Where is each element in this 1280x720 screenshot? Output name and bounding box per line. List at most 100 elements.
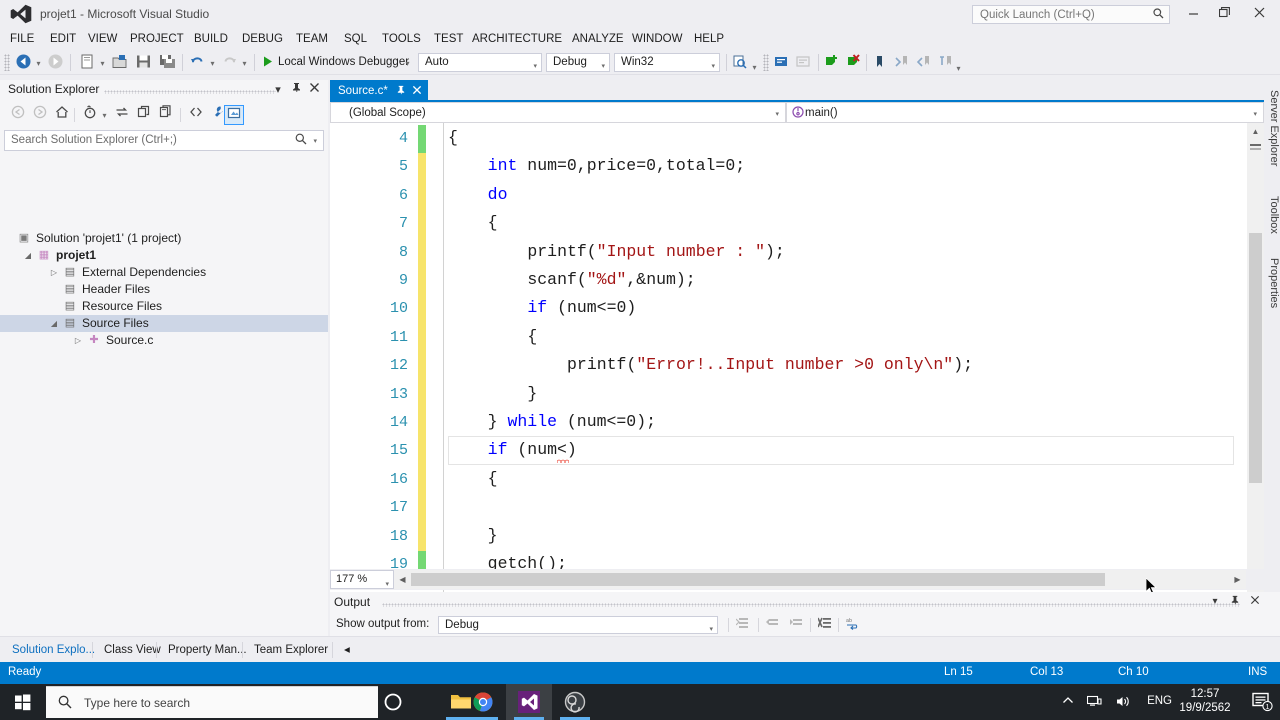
code-line-13[interactable]: } xyxy=(448,384,537,403)
document-tab-source-c[interactable]: Source.c* xyxy=(330,80,428,102)
toolbar-grip[interactable] xyxy=(4,54,10,71)
add-breakpoint-icon[interactable] xyxy=(822,53,841,72)
tree-expander-icon[interactable]: ▷ xyxy=(72,332,84,349)
scrollbar-thumb[interactable] xyxy=(1249,233,1262,483)
volume-icon[interactable] xyxy=(1116,695,1130,711)
comment-selection-icon[interactable] xyxy=(772,53,791,72)
tree-item-projet1[interactable]: ◢ ▦ projet1 xyxy=(0,247,328,264)
scroll-right-icon[interactable]: ▶ xyxy=(1229,570,1246,589)
close-icon[interactable] xyxy=(306,82,322,98)
taskbar-search-box[interactable]: Type here to search xyxy=(46,686,378,718)
close-button[interactable] xyxy=(1244,4,1274,24)
save-all-icon[interactable] xyxy=(158,53,177,72)
code-line-18[interactable]: } xyxy=(448,526,498,545)
open-file-icon[interactable] xyxy=(110,53,129,72)
clear-all-icon[interactable] xyxy=(814,616,836,634)
clear-bookmarks-icon[interactable] xyxy=(936,53,955,72)
windows-start-icon[interactable] xyxy=(0,684,46,720)
code-line-5[interactable]: int num=0,price=0,total=0; xyxy=(448,156,745,175)
obs-studio-icon[interactable] xyxy=(552,684,598,720)
code-line-10[interactable]: if (num<=0) xyxy=(448,298,636,317)
pin-icon[interactable] xyxy=(396,85,406,98)
taskbar-date[interactable]: 19/9/2562 xyxy=(1174,702,1236,714)
collapse-all-icon[interactable] xyxy=(156,105,176,125)
tree-expander-icon[interactable]: ▷ xyxy=(48,264,60,281)
scroll-up-icon[interactable]: ▲ xyxy=(1247,123,1264,140)
back-arrow-icon[interactable] xyxy=(8,105,28,125)
horizontal-scrollbar-thumb[interactable] xyxy=(411,573,1105,586)
tree-item-resource-files[interactable]: ▤ Resource Files xyxy=(0,298,328,315)
find-message-icon[interactable] xyxy=(732,616,754,634)
pin-icon[interactable] xyxy=(1228,595,1242,609)
cortana-circle-icon[interactable] xyxy=(370,684,416,720)
tree-item-header-files[interactable]: ▤ Header Files xyxy=(0,281,328,298)
code-line-12[interactable]: printf("Error!..Input number >0 only\n")… xyxy=(448,355,973,374)
language-indicator[interactable]: ENG xyxy=(1147,695,1172,707)
pending-changes-dropdown-icon[interactable]: ▾ xyxy=(100,111,109,120)
undo-icon[interactable] xyxy=(188,53,207,72)
redo-dropdown-icon[interactable]: ▾ xyxy=(240,59,249,68)
tree-item-source-c[interactable]: ▷ ✚ Source.c xyxy=(0,332,328,349)
find-options-dropdown-icon[interactable]: ▾ xyxy=(750,63,759,72)
code-line-4[interactable]: { xyxy=(448,128,458,147)
vertical-tab-toolbox[interactable]: Toolbox xyxy=(1264,190,1280,240)
toolbar-overflow-icon[interactable]: ▾ xyxy=(954,64,963,73)
code-line-6[interactable]: do xyxy=(448,185,508,204)
output-drag-dots[interactable] xyxy=(382,603,1240,607)
delete-breakpoint-icon[interactable] xyxy=(844,53,863,72)
code-line-7[interactable]: { xyxy=(448,213,498,232)
member-combo[interactable]: main() ▾ xyxy=(786,102,1264,123)
menu-item-build[interactable]: BUILD xyxy=(194,28,228,50)
google-chrome-icon[interactable] xyxy=(460,684,506,720)
bottom-tab-solution-explo[interactable]: Solution Explo... xyxy=(4,639,103,661)
navigate-back-icon[interactable] xyxy=(14,53,33,72)
menu-item-window[interactable]: WINDOW xyxy=(632,28,682,50)
bookmark-icon[interactable] xyxy=(870,53,889,72)
tree-item-external-dependencies[interactable]: ▷ ▤ External Dependencies xyxy=(0,264,328,281)
scope-combo[interactable]: (Global Scope) ▾ xyxy=(330,102,786,123)
go-to-next-message-icon[interactable] xyxy=(786,616,808,634)
minimize-button[interactable] xyxy=(1178,4,1208,24)
menu-item-file[interactable]: FILE xyxy=(10,28,34,50)
show-all-files-icon[interactable] xyxy=(186,105,206,125)
chevron-down-icon[interactable]: ▾ xyxy=(270,82,286,98)
platform-target-combo[interactable]: Auto ▾ xyxy=(418,53,542,72)
menu-item-view[interactable]: VIEW xyxy=(88,28,117,50)
show-hidden-icons-icon[interactable] xyxy=(1062,695,1074,710)
menu-item-help[interactable]: HELP xyxy=(694,28,724,50)
menu-item-team[interactable]: TEAM xyxy=(296,28,328,50)
run-play-icon[interactable] xyxy=(258,53,277,72)
bottom-tab-[interactable]: ◂ xyxy=(336,639,358,661)
editor-horizontal-scrollbar[interactable]: ◀ ▶ xyxy=(394,570,1246,589)
menu-item-tools[interactable]: TOOLS xyxy=(382,28,421,50)
undo-dropdown-icon[interactable]: ▾ xyxy=(208,59,217,68)
vertical-tab-properties[interactable]: Properties xyxy=(1264,252,1280,314)
network-icon[interactable] xyxy=(1086,695,1102,711)
visual-studio-icon[interactable] xyxy=(506,684,552,720)
code-line-9[interactable]: scanf("%d",&num); xyxy=(448,270,695,289)
configuration-combo[interactable]: Debug ▾ xyxy=(546,53,610,72)
toolbar-grip-2[interactable] xyxy=(763,54,769,71)
tree-expander-icon[interactable]: ◢ xyxy=(22,247,34,264)
home-icon[interactable] xyxy=(52,105,72,125)
new-project-dropdown-icon[interactable]: ▾ xyxy=(98,59,107,68)
debug-target-dropdown-icon[interactable]: ▾ xyxy=(403,59,412,68)
code-line-15[interactable]: if (num<) xyxy=(448,440,577,459)
platform-combo[interactable]: Win32 ▾ xyxy=(614,53,720,72)
vertical-tab-server-explorer[interactable]: Server Explorer xyxy=(1264,84,1280,172)
navigate-forward-icon[interactable] xyxy=(46,53,65,72)
preview-selected-items-icon[interactable] xyxy=(224,105,244,125)
pin-icon[interactable] xyxy=(288,82,304,98)
tree-expander-icon[interactable]: ◢ xyxy=(48,315,60,332)
bottom-tab-team-explorer[interactable]: Team Explorer xyxy=(246,639,336,661)
code-line-14[interactable]: } while (num<=0); xyxy=(448,412,656,431)
pending-changes-icon[interactable] xyxy=(80,105,100,125)
uncomment-selection-icon[interactable] xyxy=(794,53,813,72)
bottom-tab-class-view[interactable]: Class View xyxy=(96,639,169,661)
next-bookmark-icon[interactable] xyxy=(914,53,933,72)
find-in-files-icon[interactable] xyxy=(730,53,749,72)
code-line-11[interactable]: { xyxy=(448,327,537,346)
close-icon[interactable] xyxy=(412,84,422,98)
tree-item-solution-projet1-1-project[interactable]: ▣ Solution 'projet1' (1 project) xyxy=(0,230,328,247)
previous-bookmark-icon[interactable] xyxy=(892,53,911,72)
